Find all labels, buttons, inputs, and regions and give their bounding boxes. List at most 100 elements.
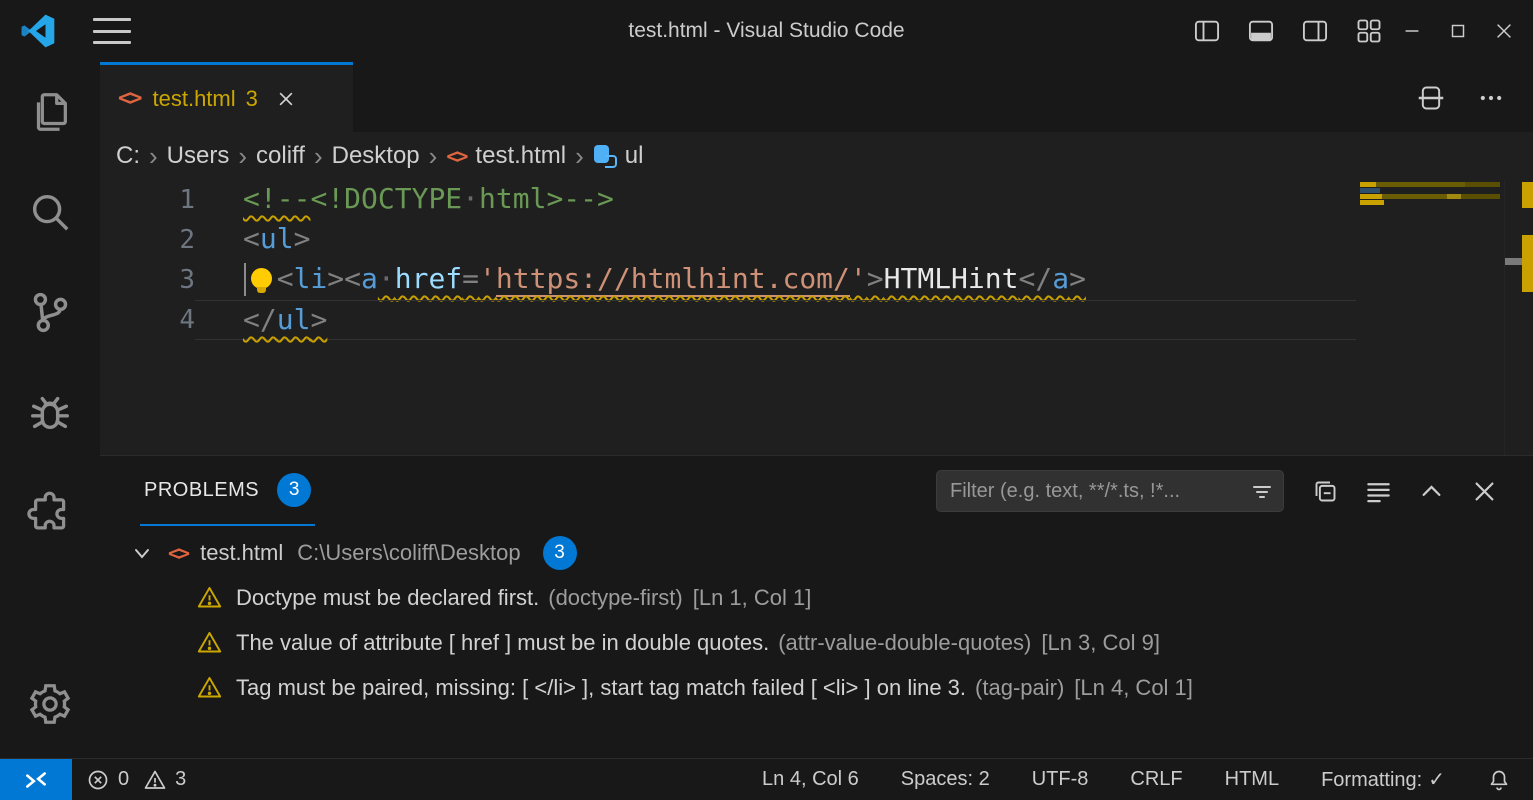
remote-icon xyxy=(23,767,49,793)
tab-problem-badge: 3 xyxy=(246,86,258,112)
warning-icon xyxy=(196,584,223,611)
language-mode[interactable]: HTML xyxy=(1225,768,1279,791)
ruler-warning-mark xyxy=(1522,235,1533,292)
indentation[interactable]: Spaces: 2 xyxy=(901,768,990,791)
maximize-button[interactable] xyxy=(1435,0,1481,62)
code-line-1[interactable]: 1<!--<!DOCTYPE·html>--> xyxy=(100,180,1356,220)
code-line-4[interactable]: 4</ul> xyxy=(100,300,1356,340)
minimap-line-4 xyxy=(1360,200,1384,205)
close-panel-icon[interactable] xyxy=(1471,478,1498,505)
problem-rule: (tag-pair) xyxy=(975,675,1064,701)
breadcrumb-symbol-ul[interactable]: ul xyxy=(625,142,644,170)
activity-bar xyxy=(0,62,100,758)
breadcrumb-coliff[interactable]: coliff xyxy=(256,142,305,170)
collapse-all-icon[interactable] xyxy=(1312,478,1339,505)
notifications-bell-icon[interactable] xyxy=(1487,768,1511,792)
split-editor-icon[interactable] xyxy=(1417,84,1445,112)
problem-row[interactable]: Tag must be paired, missing: [ </li> ], … xyxy=(100,665,1533,710)
minimap[interactable] xyxy=(1356,180,1504,455)
problems-file-row[interactable]: <> test.html C:\Users\coliff\Desktop 3 xyxy=(100,530,1533,575)
problems-file-path: C:\Users\coliff\Desktop xyxy=(297,540,520,566)
explorer-icon[interactable] xyxy=(26,88,74,136)
tab-problems[interactable]: PROBLEMS 3 xyxy=(140,456,315,526)
file-problems-badge: 3 xyxy=(543,536,577,570)
warning-icon xyxy=(196,674,223,701)
symbol-element-icon xyxy=(593,144,617,168)
problems-file-name: test.html xyxy=(200,540,283,566)
toggle-secondary-sidebar-icon[interactable] xyxy=(1301,17,1329,45)
breadcrumb-drive[interactable]: C: xyxy=(116,142,140,170)
toggle-primary-sidebar-icon[interactable] xyxy=(1193,17,1221,45)
panel-actions xyxy=(1312,478,1498,505)
formatting-status[interactable]: Formatting:✓ xyxy=(1321,767,1445,792)
chevron-right-icon: › xyxy=(575,143,584,169)
html-file-icon: <> xyxy=(168,541,188,565)
source-control-icon[interactable] xyxy=(26,288,74,336)
maximize-panel-icon[interactable] xyxy=(1418,478,1445,505)
problem-rule: (attr-value-double-quotes) xyxy=(778,630,1031,656)
view-as-table-icon[interactable] xyxy=(1365,478,1392,505)
code-line-3[interactable]: 3 <li><a·href='https://htmlhint.com/'>HT… xyxy=(100,260,1356,300)
problem-position: [Ln 1, Col 1] xyxy=(693,585,812,611)
tab-label: test.html xyxy=(153,86,236,112)
problem-position: [Ln 4, Col 1] xyxy=(1074,675,1193,701)
minimize-button[interactable] xyxy=(1389,0,1435,62)
customize-layout-icon[interactable] xyxy=(1355,17,1383,45)
text-cursor xyxy=(244,263,246,296)
filter-input[interactable] xyxy=(937,471,1283,511)
problem-rows-container: Doctype must be declared first. (doctype… xyxy=(100,575,1533,710)
warning-icon xyxy=(196,629,223,656)
cursor-position[interactable]: Ln 4, Col 6 xyxy=(762,768,859,791)
problems-panel: PROBLEMS 3 <> t xyxy=(100,455,1533,758)
problems-list: <> test.html C:\Users\coliff\Desktop 3 D… xyxy=(100,530,1533,710)
lightbulb-icon[interactable] xyxy=(250,268,274,294)
problem-message: Tag must be paired, missing: [ </li> ], … xyxy=(236,675,966,701)
menu-icon[interactable] xyxy=(93,18,131,44)
breadcrumb: C: › Users › coliff › Desktop › <> test.… xyxy=(100,132,1533,180)
problem-row[interactable]: The value of attribute [ href ] must be … xyxy=(100,620,1533,665)
line-number: 4 xyxy=(100,300,195,340)
chevron-down-icon[interactable] xyxy=(130,541,154,565)
problem-message: Doctype must be declared first. xyxy=(236,585,539,611)
panel-header: PROBLEMS 3 xyxy=(100,456,1533,526)
breadcrumb-desktop[interactable]: Desktop xyxy=(332,142,420,170)
minimap-line-2 xyxy=(1360,188,1380,193)
minimap-line-3 xyxy=(1360,194,1500,199)
check-icon: ✓ xyxy=(1428,769,1445,791)
run-debug-icon[interactable] xyxy=(26,388,74,436)
more-actions-icon[interactable] xyxy=(1477,84,1505,112)
problems-count-badge: 3 xyxy=(277,473,311,507)
ruler-warning-mark xyxy=(1522,182,1533,208)
statusbar-right: Ln 4, Col 6 Spaces: 2 UTF-8 CRLF HTML Fo… xyxy=(762,767,1511,792)
eol-sequence[interactable]: CRLF xyxy=(1130,768,1182,791)
extensions-icon[interactable] xyxy=(26,488,74,536)
breadcrumb-users[interactable]: Users xyxy=(167,142,230,170)
error-count: 0 xyxy=(118,768,129,791)
close-button[interactable] xyxy=(1481,0,1527,62)
code-line-2[interactable]: 2<ul> xyxy=(100,220,1356,260)
chevron-right-icon: › xyxy=(149,143,158,169)
tab-close-icon[interactable] xyxy=(276,89,296,109)
remote-indicator[interactable] xyxy=(0,759,72,800)
filter-icon[interactable] xyxy=(1250,480,1274,504)
search-icon[interactable] xyxy=(26,188,74,236)
problem-message: The value of attribute [ href ] must be … xyxy=(236,630,769,656)
html-file-icon: <> xyxy=(446,144,466,168)
html-file-icon: <> xyxy=(118,86,141,111)
warning-count: 3 xyxy=(175,768,186,791)
problem-row[interactable]: Doctype must be declared first. (doctype… xyxy=(100,575,1533,620)
line-content: <ul> xyxy=(195,220,1356,260)
code-editor[interactable]: 1<!--<!DOCTYPE·html>-->2<ul>3 <li><a·hre… xyxy=(100,180,1533,455)
toggle-panel-icon[interactable] xyxy=(1247,17,1275,45)
overview-ruler[interactable] xyxy=(1504,180,1533,455)
line-number: 3 xyxy=(100,260,195,300)
line-content: <li><a·href='https://htmlhint.com/'>HTML… xyxy=(195,260,1356,300)
editor-actions xyxy=(1417,84,1505,112)
status-bar: 0 3 Ln 4, Col 6 Spaces: 2 UTF-8 CRLF HTM… xyxy=(0,758,1533,800)
line-number: 1 xyxy=(100,180,195,220)
settings-gear-icon[interactable] xyxy=(26,680,74,728)
breadcrumb-file[interactable]: test.html xyxy=(475,142,566,170)
tab-test-html[interactable]: <> test.html 3 xyxy=(100,62,353,132)
diagnostics-status[interactable]: 0 3 xyxy=(86,768,192,792)
encoding[interactable]: UTF-8 xyxy=(1032,768,1089,791)
